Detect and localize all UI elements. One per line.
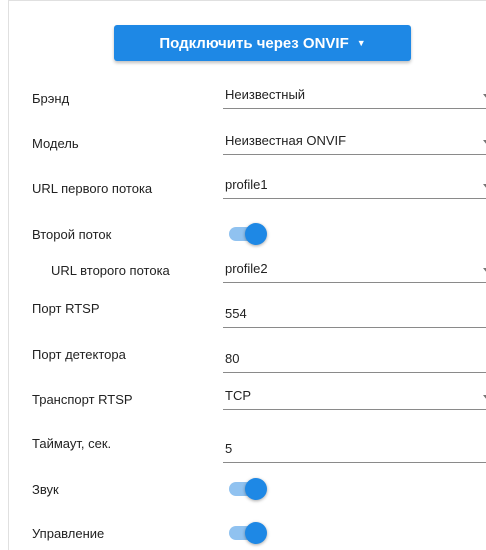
first-stream-url-label: URL первого потока bbox=[32, 181, 153, 196]
first-stream-url-value: profile1 bbox=[225, 177, 268, 192]
brand-label: Брэнд bbox=[32, 91, 70, 106]
settings-panel: Подключить через ONVIF ▼ Брэнд Неизвестн… bbox=[8, 0, 486, 550]
first-stream-url-select[interactable]: profile1 bbox=[223, 173, 486, 199]
second-stream-label: Второй поток bbox=[32, 227, 112, 242]
second-stream-toggle[interactable] bbox=[227, 223, 269, 245]
second-stream-url-value: profile2 bbox=[225, 261, 268, 276]
rtsp-transport-value: TCP bbox=[225, 388, 251, 403]
toggle-thumb bbox=[245, 223, 267, 245]
model-label: Модель bbox=[32, 136, 79, 151]
toggle-thumb bbox=[245, 478, 267, 500]
control-toggle[interactable] bbox=[227, 522, 269, 544]
rtsp-port-value: 554 bbox=[225, 306, 247, 321]
connect-onvif-label: Подключить через ONVIF bbox=[159, 34, 349, 52]
detector-port-label: Порт детектора bbox=[32, 347, 126, 362]
detector-port-input[interactable]: 80 bbox=[223, 347, 486, 373]
detector-port-value: 80 bbox=[225, 351, 240, 366]
sound-toggle[interactable] bbox=[227, 478, 269, 500]
second-stream-url-select[interactable]: profile2 bbox=[223, 257, 486, 283]
model-value: Неизвестная ONVIF bbox=[225, 133, 347, 148]
timeout-input[interactable]: 5 bbox=[223, 437, 486, 463]
rtsp-port-label: Порт RTSP bbox=[32, 301, 100, 316]
sound-label: Звук bbox=[32, 482, 59, 497]
connect-onvif-button[interactable]: Подключить через ONVIF ▼ bbox=[114, 25, 411, 61]
caret-down-icon: ▼ bbox=[356, 38, 366, 48]
timeout-label: Таймаут, сек. bbox=[32, 436, 112, 451]
model-select[interactable]: Неизвестная ONVIF bbox=[223, 129, 486, 155]
toggle-thumb bbox=[245, 522, 267, 544]
rtsp-transport-select[interactable]: TCP bbox=[223, 384, 486, 410]
control-label: Управление bbox=[32, 526, 105, 541]
second-stream-url-label: URL второго потока bbox=[51, 263, 170, 278]
timeout-value: 5 bbox=[225, 441, 233, 456]
brand-select[interactable]: Неизвестный bbox=[223, 83, 486, 109]
rtsp-transport-label: Транспорт RTSP bbox=[32, 392, 133, 407]
rtsp-port-input[interactable]: 554 bbox=[223, 302, 486, 328]
brand-value: Неизвестный bbox=[225, 87, 306, 102]
